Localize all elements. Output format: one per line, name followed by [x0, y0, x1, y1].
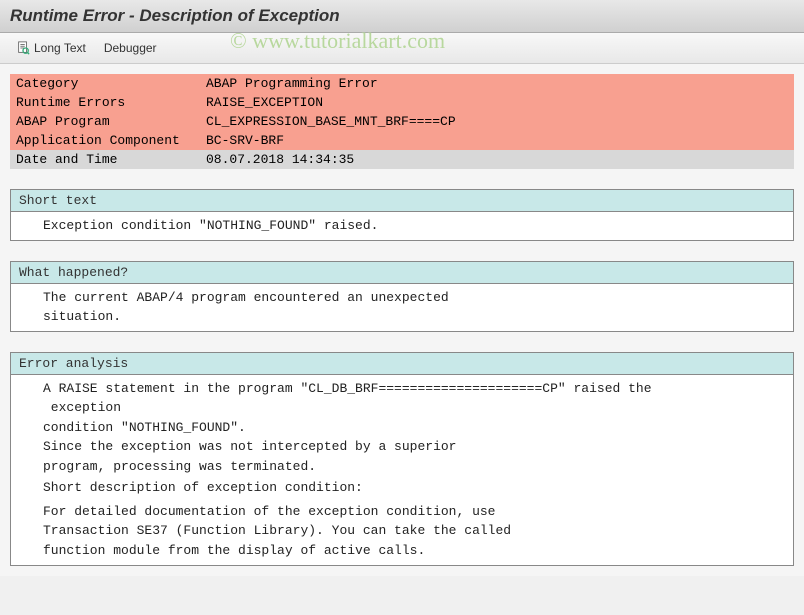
section-error-analysis: Error analysis A RAISE statement in the …: [10, 352, 794, 566]
debugger-button[interactable]: Debugger: [98, 39, 163, 57]
document-icon: [16, 41, 30, 55]
info-value: 08.07.2018 14:34:35: [200, 150, 794, 169]
toolbar: Long Text Debugger: [0, 33, 804, 64]
section-line: A RAISE statement in the program "CL_DB_…: [11, 379, 793, 399]
info-row-runtime-errors: Runtime Errors RAISE_EXCEPTION: [10, 93, 794, 112]
info-label: Runtime Errors: [10, 93, 200, 112]
section-header: Error analysis: [11, 353, 793, 375]
info-label: Date and Time: [10, 150, 200, 169]
section-line: condition "NOTHING_FOUND".: [11, 418, 793, 438]
section-line: The current ABAP/4 program encountered a…: [11, 288, 793, 308]
section-line: For detailed documentation of the except…: [11, 502, 793, 522]
section-header: Short text: [11, 190, 793, 212]
section-body: A RAISE statement in the program "CL_DB_…: [11, 375, 793, 565]
info-label: ABAP Program: [10, 112, 200, 131]
page-title: Runtime Error - Description of Exception: [0, 0, 804, 33]
section-body: The current ABAP/4 program encountered a…: [11, 284, 793, 331]
section-header: What happened?: [11, 262, 793, 284]
info-value: BC-SRV-BRF: [200, 131, 794, 150]
info-value: RAISE_EXCEPTION: [200, 93, 794, 112]
section-short-text: Short text Exception condition "NOTHING_…: [10, 189, 794, 241]
info-row-app-component: Application Component BC-SRV-BRF: [10, 131, 794, 150]
section-line: Since the exception was not intercepted …: [11, 437, 793, 457]
section-line: situation.: [11, 307, 793, 327]
info-row-category: Category ABAP Programming Error: [10, 74, 794, 93]
long-text-label: Long Text: [34, 41, 86, 55]
section-body: Exception condition "NOTHING_FOUND" rais…: [11, 212, 793, 240]
content-area: Category ABAP Programming Error Runtime …: [0, 64, 804, 576]
section-what-happened: What happened? The current ABAP/4 progra…: [10, 261, 794, 332]
section-line: Transaction SE37 (Function Library). You…: [11, 521, 793, 541]
section-line: Short description of exception condition…: [11, 478, 793, 498]
info-value: ABAP Programming Error: [200, 74, 794, 93]
section-line: Exception condition "NOTHING_FOUND" rais…: [11, 216, 793, 236]
info-value: CL_EXPRESSION_BASE_MNT_BRF====CP: [200, 112, 794, 131]
section-line: function module from the display of acti…: [11, 541, 793, 561]
info-label: Category: [10, 74, 200, 93]
error-info-table: Category ABAP Programming Error Runtime …: [10, 74, 794, 169]
info-label: Application Component: [10, 131, 200, 150]
long-text-button[interactable]: Long Text: [10, 39, 92, 57]
section-line: exception: [11, 398, 793, 418]
debugger-label: Debugger: [104, 41, 157, 55]
info-row-abap-program: ABAP Program CL_EXPRESSION_BASE_MNT_BRF=…: [10, 112, 794, 131]
info-row-date-time: Date and Time 08.07.2018 14:34:35: [10, 150, 794, 169]
section-line: program, processing was terminated.: [11, 457, 793, 477]
